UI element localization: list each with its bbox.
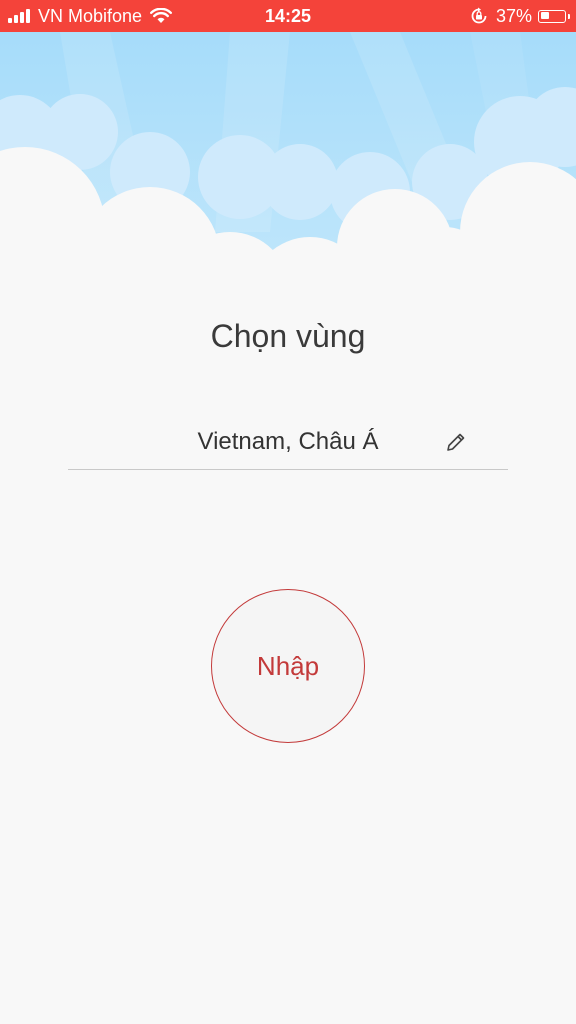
region-value[interactable]: Vietnam, Châu Á — [68, 428, 508, 456]
sky-clouds-illustration — [0, 32, 576, 272]
submit-label: Nhập — [256, 650, 320, 681]
rotation-lock-icon — [471, 7, 487, 24]
status-bar: VN Mobifone 14:25 37% — [0, 0, 576, 32]
battery-fill — [540, 12, 549, 19]
submit-button[interactable]: Nhập — [211, 589, 365, 743]
battery-icon — [538, 9, 570, 23]
status-right: 37% — [470, 6, 570, 26]
pencil-icon[interactable] — [444, 430, 468, 454]
region-selector[interactable]: Vietnam, Châu Á — [68, 418, 508, 470]
page-title: Chọn vùng — [210, 318, 366, 354]
battery-percent: 37% — [495, 6, 532, 26]
